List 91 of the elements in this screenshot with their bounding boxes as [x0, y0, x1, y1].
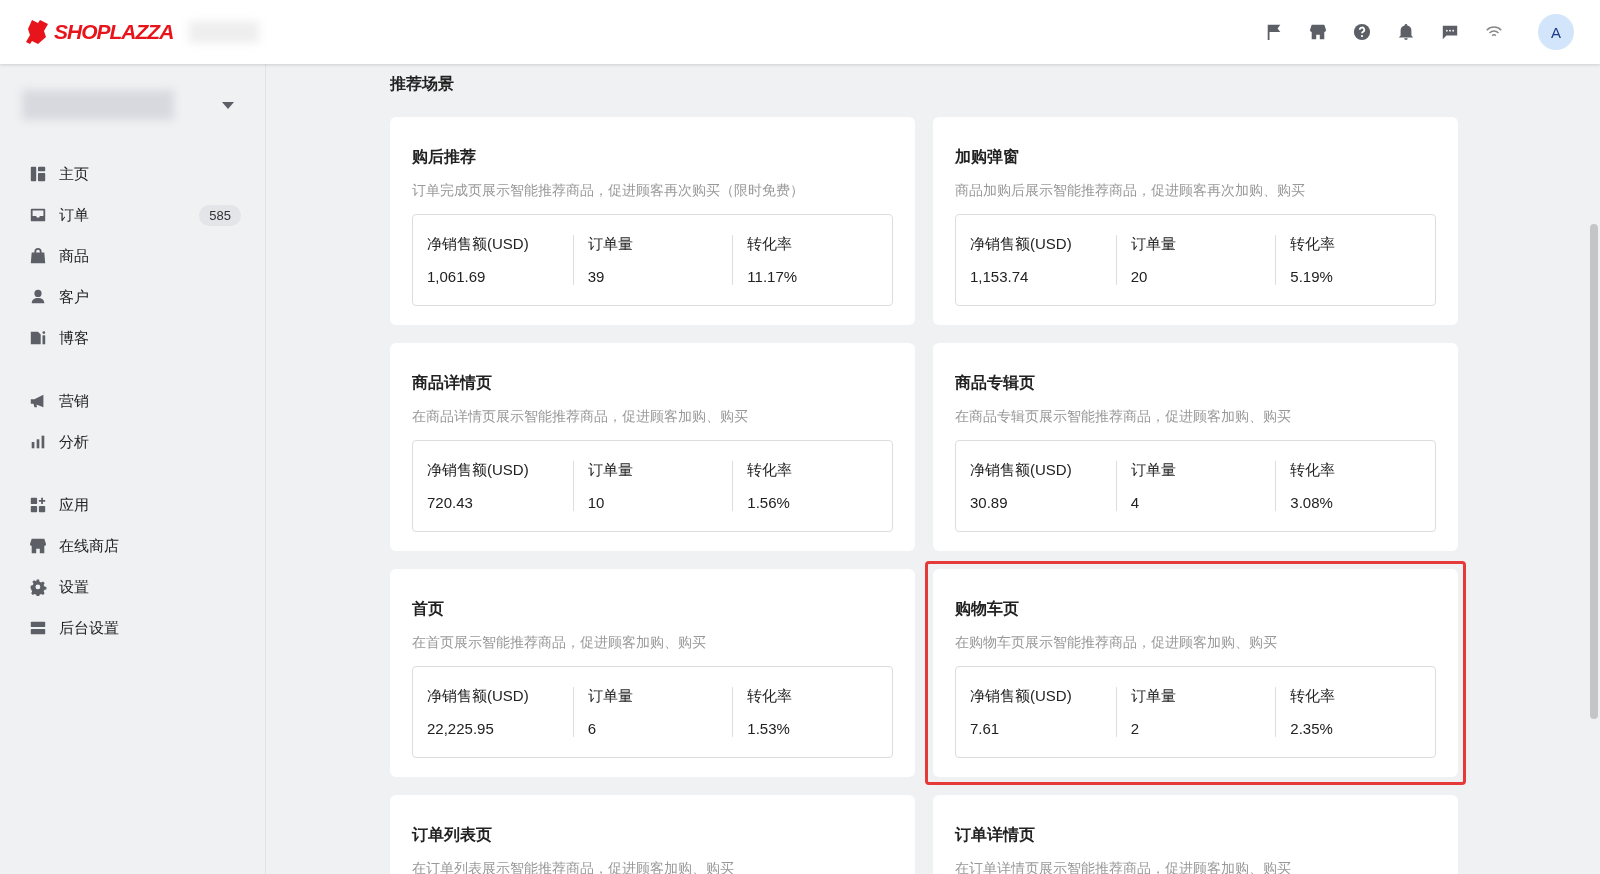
- card-title: 订单详情页: [955, 825, 1036, 845]
- stat-value: 30.89: [970, 494, 1009, 511]
- stat-label: 订单量: [587, 235, 634, 254]
- card-description: 在商品详情页展示智能推荐商品，促进顾客加购、购买: [412, 408, 749, 426]
- card-title: 订单列表页: [412, 825, 493, 845]
- sidebar-item-label: 商品: [59, 246, 90, 266]
- stat-label: 订单量: [1130, 687, 1177, 706]
- scrollbar-thumb[interactable]: [1590, 224, 1598, 719]
- sidebar-item-label: 分析: [59, 432, 90, 452]
- stat-value: 3.08%: [1290, 494, 1334, 511]
- logo-icon: [26, 20, 48, 44]
- sidebar-item[interactable]: 后台设置: [22, 616, 241, 640]
- count-badge: 585: [199, 204, 241, 226]
- card-description: 订单完成页展示智能推荐商品，促进顾客再次购买（限时免费）: [412, 182, 805, 200]
- stat-value: 20: [1130, 268, 1149, 285]
- stat-value: 5.19%: [1290, 268, 1334, 285]
- sidebar-item[interactable]: 在线商店: [22, 534, 241, 558]
- stat-label: 订单量: [1130, 235, 1177, 254]
- sidebar-item[interactable]: 分析: [22, 430, 241, 454]
- section-title: 推荐场景: [390, 74, 455, 94]
- stat-value: 1,153.74: [970, 268, 1030, 285]
- sidebar-item-label: 订单: [59, 205, 90, 225]
- stat-value: 10: [587, 494, 606, 511]
- sidebar-item-label: 博客: [59, 328, 90, 348]
- store-icon: [29, 537, 47, 555]
- store-icon[interactable]: [1308, 22, 1328, 42]
- sidebar-item[interactable]: 营销: [22, 389, 241, 413]
- server-icon: [29, 619, 47, 637]
- stat-value: 22,225.95: [427, 720, 495, 737]
- stat-label: 订单量: [587, 461, 634, 480]
- sidebar-item-label: 主页: [59, 164, 90, 184]
- card-title: 加购弹窗: [955, 147, 1020, 167]
- stat-label: 净销售额(USD): [427, 687, 530, 706]
- card-description: 在首页展示智能推荐商品，促进顾客加购、购买: [412, 634, 707, 652]
- stat-label: 转化率: [1290, 235, 1337, 254]
- sidebar-item[interactable]: 客户: [22, 285, 241, 309]
- dashboard-icon: [29, 165, 47, 183]
- sidebar-item-label: 营销: [59, 391, 90, 411]
- sidebar-item-label: 客户: [59, 287, 90, 307]
- sidebar-item[interactable]: 商品: [22, 244, 241, 268]
- apps-icon: [29, 496, 47, 514]
- help-icon[interactable]: [1352, 22, 1372, 42]
- card-title: 商品专辑页: [955, 373, 1036, 393]
- dropdown-caret-icon[interactable]: [222, 101, 234, 109]
- stat-label: 净销售额(USD): [427, 235, 530, 254]
- card-title: 商品详情页: [412, 373, 493, 393]
- stat-value: 6: [587, 720, 597, 737]
- stat-label: 净销售额(USD): [970, 235, 1073, 254]
- bag-icon: [29, 247, 47, 265]
- card-title: 首页: [412, 599, 445, 619]
- stat-label: 订单量: [1130, 461, 1177, 480]
- card-description: 在商品专辑页展示智能推荐商品，促进顾客加购、购买: [955, 408, 1292, 426]
- sidebar-item[interactable]: 主页: [22, 162, 241, 186]
- sidebar-item[interactable]: 订单 585: [22, 203, 241, 227]
- stat-value: 7.61: [970, 720, 1001, 737]
- stat-label: 订单量: [587, 687, 634, 706]
- stat-value: 2: [1130, 720, 1140, 737]
- stat-value: 1.53%: [747, 720, 791, 737]
- sidebar-item[interactable]: 博客: [22, 326, 241, 350]
- sidebar-item-label: 在线商店: [59, 536, 120, 556]
- sidebar-item[interactable]: 设置: [22, 575, 241, 599]
- stat-value: 2.35%: [1290, 720, 1334, 737]
- stat-label: 净销售额(USD): [970, 461, 1073, 480]
- stat-value: 39: [587, 268, 606, 285]
- sidebar-item-label: 应用: [59, 495, 90, 515]
- stat-label: 转化率: [747, 461, 794, 480]
- stat-label: 转化率: [1290, 687, 1337, 706]
- stat-label: 净销售额(USD): [970, 687, 1073, 706]
- user-avatar[interactable]: A: [1538, 14, 1574, 50]
- sidebar-item-label: 后台设置: [59, 618, 120, 638]
- stat-value: 720.43: [427, 494, 474, 511]
- stat-value: 1.56%: [747, 494, 791, 511]
- sidebar-item-label: 设置: [59, 577, 90, 597]
- sidebar-item[interactable]: 应用: [22, 493, 241, 517]
- stat-value: 11.17%: [747, 268, 799, 285]
- settings-icon: [29, 578, 47, 596]
- card-description: 商品加购后展示智能推荐商品，促进顾客再次加购、购买: [955, 182, 1306, 200]
- card-title: 购后推荐: [412, 147, 477, 167]
- stat-value: 1,061.69: [427, 268, 487, 285]
- card-title: 购物车页: [955, 599, 1020, 619]
- person-icon: [29, 288, 47, 306]
- card-description: 在购物车页展示智能推荐商品，促进顾客加购、购买: [955, 634, 1278, 652]
- stat-label: 转化率: [747, 687, 794, 706]
- stat-label: 净销售额(USD): [427, 461, 530, 480]
- brand-logo: SHOPLAZZA: [54, 20, 174, 44]
- stat-value: 4: [1130, 494, 1140, 511]
- document-icon: [29, 329, 47, 347]
- bar-chart-icon: [29, 433, 47, 451]
- stat-label: 转化率: [747, 235, 794, 254]
- stat-label: 转化率: [1290, 461, 1337, 480]
- inbox-icon: [29, 206, 47, 224]
